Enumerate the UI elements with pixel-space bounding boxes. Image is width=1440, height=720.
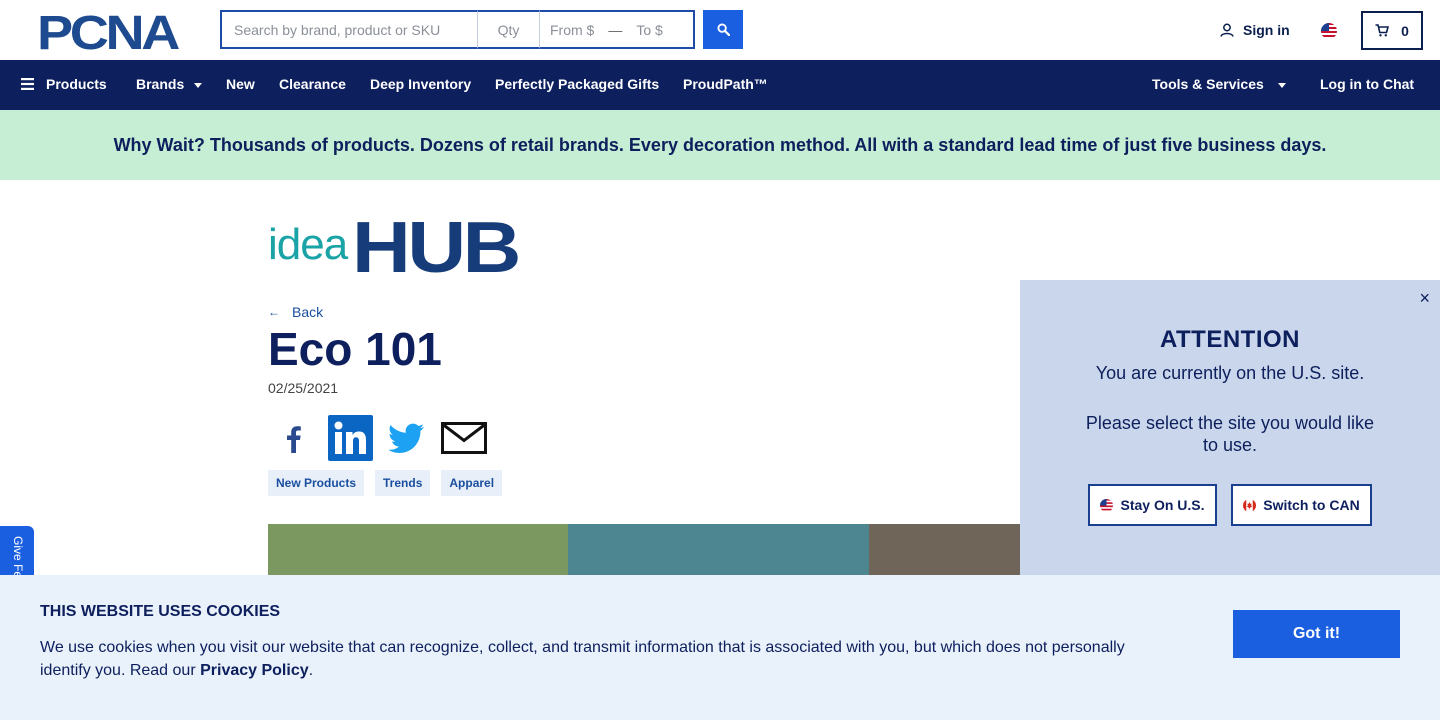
share-twitter[interactable] [386,415,428,461]
canada-flag-icon [1243,498,1257,512]
us-flag-icon [1100,498,1114,512]
cart-button[interactable]: 0 [1361,11,1423,50]
linkedin-icon [328,415,373,461]
switch-can-label: Switch to CAN [1263,497,1360,513]
cart-icon [1375,24,1390,37]
article-title: Eco 101 [268,323,442,375]
share-email[interactable] [441,415,487,461]
sign-in-label: Sign in [1243,22,1290,38]
nav-new[interactable]: New [226,76,255,92]
privacy-policy-link[interactable]: Privacy Policy [200,662,309,679]
search-input[interactable] [220,10,478,49]
nav-login-chat[interactable]: Log in to Chat [1320,76,1414,92]
price-to-input[interactable]: To $ [636,22,662,38]
main-nav: Products Brands New Clearance Deep Inven… [0,60,1440,110]
back-label: Back [292,304,324,320]
user-icon [1220,23,1234,37]
nav-brands[interactable]: Brands [136,76,203,92]
search-button[interactable] [703,10,743,49]
chevron-down-icon [1277,82,1286,88]
modal-title: ATTENTION [1159,326,1301,353]
twitter-icon [389,423,424,453]
cookie-title: THIS WEBSITE USES COOKIES [40,603,281,620]
search-bar: From $ — To $ [220,10,695,49]
cart-count: 0 [1401,22,1409,39]
nav-chat-label: Log in to Chat [1320,76,1415,92]
ideahub-logo: idea HUB [268,214,518,274]
promo-banner: Why Wait? Thousands of products. Dozens … [0,110,1440,180]
search-icon [716,23,730,36]
top-header: PCNA From $ — To $ Sign in [0,0,1440,60]
nav-tools-label: Tools & Services [1152,76,1264,92]
nav-brands-label: Brands [136,76,185,92]
cookie-text-end: . [308,662,314,679]
stay-us-label: Stay On U.S. [1120,497,1205,513]
back-link[interactable]: ← Back [268,304,323,320]
nav-proudpath-label: ProudPath™ [683,76,768,92]
nav-deep-inventory-label: Deep Inventory [370,76,472,92]
nav-new-label: New [226,76,255,92]
modal-current-site-text: You are currently on the U.S. site. [1095,363,1365,383]
price-from-input[interactable]: From $ [550,22,594,38]
nav-tools-services[interactable]: Tools & Services [1152,76,1286,92]
article-tags: New Products Trends Apparel [268,470,513,496]
tag-new-products[interactable]: New Products [268,470,365,496]
nav-proudpath[interactable]: ProudPath™ [683,76,768,92]
share-facebook[interactable] [270,415,316,461]
nav-deep-inventory[interactable]: Deep Inventory [370,76,471,92]
ideahub-logo-light: idea [268,220,349,269]
nav-products[interactable]: Products [21,76,107,92]
got-it-button[interactable]: Got it! [1233,610,1400,658]
price-range: From $ — To $ [540,10,695,49]
tag-trends[interactable]: Trends [375,470,431,496]
hamburger-icon [21,78,34,90]
nav-perfectly-packaged-gifts[interactable]: Perfectly Packaged Gifts [495,76,659,92]
promo-banner-text: Why Wait? Thousands of products. Dozens … [113,134,1327,155]
stay-us-button[interactable]: Stay On U.S. [1088,484,1217,526]
article-date: 02/25/2021 [268,380,339,396]
chevron-down-icon [194,82,203,88]
us-flag-icon[interactable] [1321,23,1337,39]
facebook-icon [287,426,301,453]
arrow-left-icon: ← [268,305,280,319]
pcna-logo[interactable]: PCNA [37,12,184,50]
nav-products-label: Products [46,76,107,92]
ideahub-logo-bold: HUB [352,214,518,274]
sign-in-link[interactable]: Sign in [1220,22,1290,38]
svg-text:PCNA: PCNA [37,12,180,50]
nav-gifts-label: Perfectly Packaged Gifts [495,76,660,92]
price-range-dash: — [608,21,623,38]
nav-clearance[interactable]: Clearance [279,76,346,92]
share-linkedin[interactable] [328,415,373,461]
nav-clearance-label: Clearance [279,76,346,92]
modal-select-site-text: Please select the site you would like to… [1085,413,1375,455]
email-icon [441,422,487,454]
qty-input[interactable] [478,10,540,49]
tag-apparel[interactable]: Apparel [441,470,503,496]
close-icon[interactable]: × [1419,288,1430,309]
cookie-banner: THIS WEBSITE USES COOKIES We use cookies… [0,575,1440,720]
switch-can-button[interactable]: Switch to CAN [1231,484,1372,526]
cookie-text: We use cookies when you visit our websit… [40,636,1150,682]
site-selection-modal: × ATTENTION You are currently on the U.S… [1020,280,1440,580]
